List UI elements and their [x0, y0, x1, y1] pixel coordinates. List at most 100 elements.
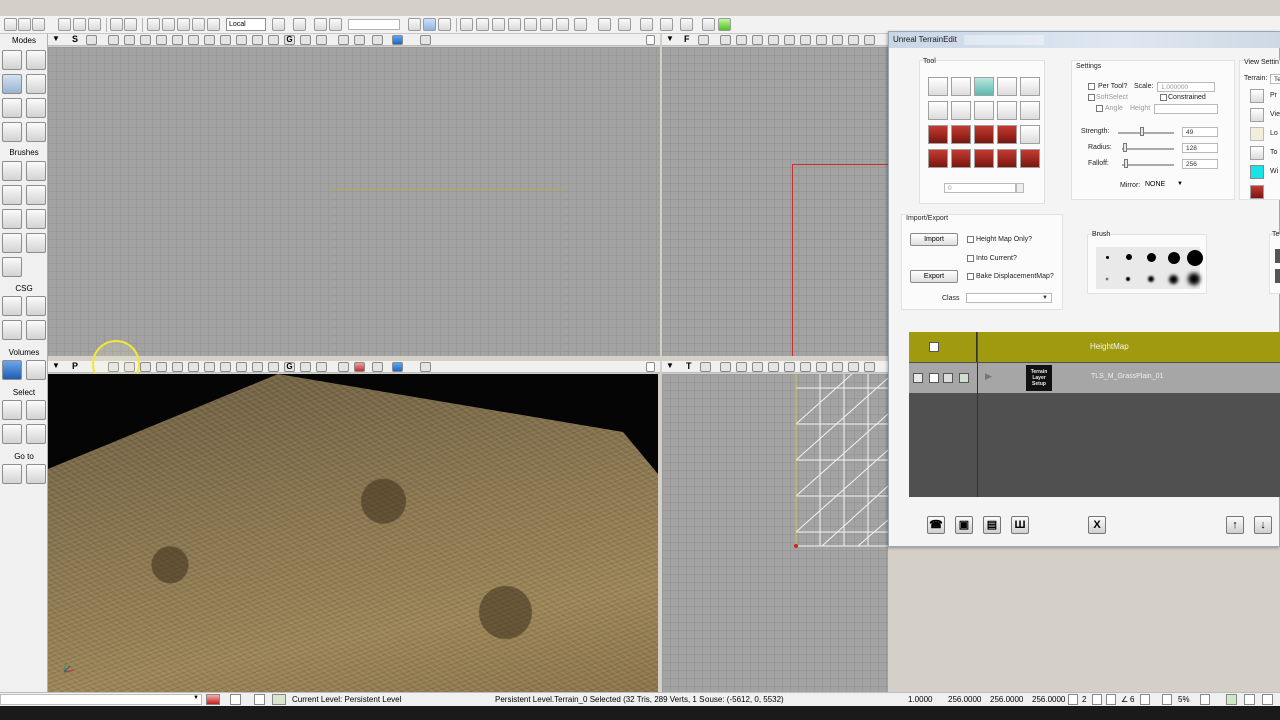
open-icon[interactable] [18, 18, 31, 31]
tool-value-field[interactable]: 0 [944, 183, 1016, 193]
lit-icon[interactable] [768, 35, 779, 45]
delete-layer-icon[interactable]: X [1088, 516, 1106, 534]
fx-icon[interactable] [618, 18, 631, 31]
detail-lighting-icon[interactable] [784, 35, 795, 45]
falloff-slider[interactable] [1122, 164, 1174, 166]
square-icon[interactable] [372, 362, 383, 372]
mesh-paint-icon[interactable] [26, 98, 46, 118]
redo-icon[interactable] [124, 18, 137, 31]
height-map-only-checkbox[interactable] [967, 236, 974, 243]
edit-layer-settings-icon[interactable]: ▤ [983, 516, 1001, 534]
console-icon[interactable] [680, 18, 693, 31]
build-all-icon[interactable] [524, 18, 537, 31]
radius-slider[interactable] [1122, 148, 1174, 150]
save-icon[interactable] [58, 18, 71, 31]
into-current-checkbox[interactable] [967, 255, 974, 262]
viewport-expand-icon[interactable]: ▼ [52, 361, 60, 370]
settings-icon[interactable] [1262, 694, 1273, 705]
brush-preset-soft-4[interactable] [1169, 275, 1178, 284]
undo-icon[interactable] [110, 18, 123, 31]
light-complexity-icon[interactable] [816, 362, 827, 372]
maximize-viewport-icon[interactable] [646, 35, 655, 45]
brush-wire-icon[interactable] [736, 362, 747, 372]
lock-icon[interactable] [943, 373, 953, 383]
average-tool-icon[interactable] [974, 77, 994, 96]
wire-color-swatch[interactable] [1250, 165, 1264, 179]
viewport-perspective[interactable] [48, 374, 658, 692]
brush-preset-soft-3[interactable] [1148, 276, 1154, 282]
new-layer-icon[interactable]: ▣ [955, 516, 973, 534]
maximize-toggle-icon[interactable] [420, 362, 431, 372]
smooth-tool-icon[interactable] [951, 77, 971, 96]
strength-field[interactable]: 49 [1182, 127, 1218, 137]
slope-tool-icon[interactable] [997, 101, 1017, 120]
radius-field[interactable]: 128 [1182, 143, 1218, 153]
shader-complexity-icon[interactable] [848, 35, 859, 45]
camera-icon[interactable] [86, 35, 97, 45]
radius-slider-thumb[interactable] [1122, 143, 1127, 152]
brush-wire-icon[interactable] [124, 35, 135, 45]
scale-snap-icon[interactable] [1162, 694, 1172, 705]
terrain-select[interactable]: Te [1270, 74, 1280, 84]
command-input[interactable]: ▼ [0, 694, 202, 705]
cube-brush-icon[interactable] [2, 161, 22, 181]
paint-tool-icon[interactable] [928, 77, 948, 96]
add-volume-icon[interactable] [2, 360, 22, 380]
play-in-viewport-icon[interactable] [392, 362, 403, 372]
eye-icon[interactable] [1250, 108, 1264, 122]
light-complexity-icon[interactable] [204, 35, 215, 45]
edit-layer-icon[interactable] [959, 373, 969, 383]
hide-selected-icon[interactable] [26, 400, 46, 420]
viewport-expand-icon[interactable]: ▼ [52, 34, 60, 43]
viewport-type-label[interactable]: T [686, 361, 692, 371]
preview-icon[interactable] [1250, 89, 1264, 103]
texture-density-icon[interactable] [832, 35, 843, 45]
unlit-icon[interactable] [752, 362, 763, 372]
viewport-bottom-right[interactable] [662, 374, 888, 692]
camera-icon[interactable] [700, 362, 711, 372]
light-complexity-icon[interactable] [204, 362, 215, 372]
detail-lighting-icon[interactable] [172, 35, 183, 45]
binoculars-icon[interactable] [272, 18, 285, 31]
angle-value[interactable]: 6 [1130, 695, 1134, 704]
import-button[interactable]: Import [910, 233, 958, 246]
soft-select-checkbox[interactable] [1088, 94, 1095, 101]
viewport-top-right[interactable] [662, 47, 888, 356]
csg-add-icon[interactable] [2, 296, 22, 316]
goto-builder-icon[interactable] [26, 464, 46, 484]
brush-preset-3[interactable] [1147, 253, 1156, 262]
realtime-icon[interactable] [423, 18, 436, 31]
actor-snap-icon[interactable] [338, 362, 349, 372]
curved-stair-icon[interactable] [2, 185, 22, 205]
scale-dropdown-icon[interactable] [1200, 694, 1210, 705]
light-complexity-icon[interactable] [816, 35, 827, 45]
decoration-layer-icon[interactable]: Ш [1011, 516, 1029, 534]
hill-tool-icon[interactable] [974, 101, 994, 120]
eye-icon[interactable] [316, 362, 327, 372]
texture-density-icon[interactable] [220, 362, 231, 372]
split-tool-icon[interactable] [974, 149, 994, 168]
te-item-1[interactable] [1275, 249, 1280, 263]
material-icon[interactable] [598, 18, 611, 31]
package-icon[interactable] [88, 18, 101, 31]
unlit-icon[interactable] [752, 35, 763, 45]
texture-density-icon[interactable] [832, 362, 843, 372]
erosion-tool-icon[interactable] [928, 101, 948, 120]
viewport-type-label[interactable]: P [72, 361, 78, 371]
terrain-icon[interactable] [574, 18, 587, 31]
csg-intersect-icon[interactable] [2, 320, 22, 340]
visibility-tool-icon[interactable] [928, 125, 948, 144]
layer-row[interactable]: ▶ Terrain Layer Setup TLS_M_GrassPlain_0… [909, 363, 1280, 393]
brush-preset-soft-5[interactable] [1188, 273, 1200, 285]
viewport-type-label[interactable]: S [72, 34, 78, 44]
lightmap-density-icon[interactable] [252, 362, 263, 372]
wireframe-icon[interactable] [720, 35, 731, 45]
sheet-brush-icon[interactable] [26, 209, 46, 229]
grid-icon[interactable] [438, 18, 451, 31]
cone-brush-icon[interactable] [26, 161, 46, 181]
invert-selection-icon[interactable] [2, 424, 22, 444]
texture-density-icon[interactable] [220, 35, 231, 45]
lighting-only-icon[interactable] [188, 35, 199, 45]
falloff-field[interactable]: 256 [1182, 159, 1218, 169]
constrained-checkbox[interactable] [1160, 94, 1167, 101]
